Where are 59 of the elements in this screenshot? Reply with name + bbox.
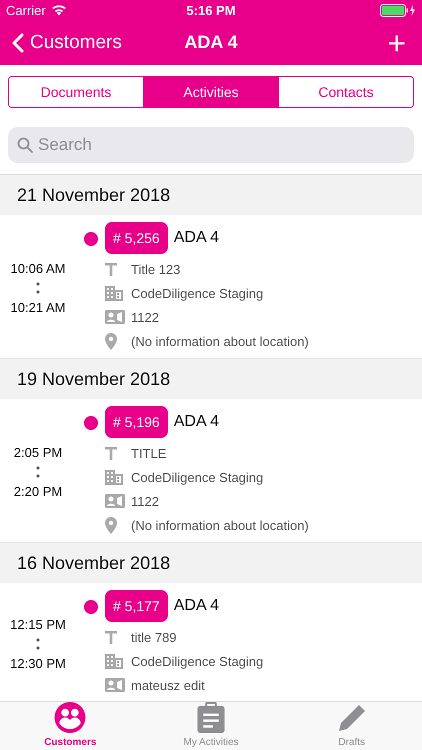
detail-text: 1122 [131, 310, 159, 324]
wifi-icon [50, 4, 67, 16]
contact-card-icon [105, 678, 125, 692]
page-title: ADA 4 [184, 32, 238, 53]
text-icon [105, 446, 117, 460]
status-dot [84, 232, 98, 246]
activity-name: ADA 4 [174, 229, 220, 247]
segment-tab[interactable]: Activities [143, 77, 278, 107]
detail-text: 1122 [131, 494, 159, 508]
start-time: 10:06 AM [10, 260, 66, 276]
detail-text: mateusz edit [131, 678, 205, 692]
contact-card-icon [105, 494, 125, 508]
number-badge: # 5,177 [105, 590, 168, 622]
clock-time: 5:16 PM [186, 2, 236, 18]
carrier-label: Carrier [6, 2, 46, 18]
location-pin-icon [105, 332, 117, 350]
pencil-icon [336, 703, 367, 733]
detail-text: CodeDiligence Staging [131, 286, 264, 300]
start-time: 12:15 PM [10, 616, 66, 632]
add-button[interactable]: + [383, 26, 410, 58]
text-icon [105, 630, 117, 644]
building-icon [105, 470, 123, 484]
colon-icon [36, 638, 40, 650]
colon-icon [36, 282, 40, 294]
detail-text: title 789 [131, 630, 177, 644]
tab-bar-item[interactable]: My Activities [140, 702, 282, 750]
start-time: 2:05 PM [14, 444, 62, 460]
contact-card-icon [105, 310, 125, 324]
text-icon [105, 262, 117, 276]
detail-text: (No information about location) [131, 518, 309, 532]
detail-text: CodeDiligence Staging [131, 470, 264, 484]
colon-icon [36, 466, 40, 478]
activity-name: ADA 4 [174, 597, 220, 615]
section-header: 21 November 2018 [0, 175, 422, 215]
search-field[interactable]: Search [8, 127, 414, 163]
detail-text: (No information about location) [131, 334, 309, 348]
location-pin-icon [105, 516, 117, 534]
number-badge: # 5,256 [105, 222, 168, 254]
detail-text: TITLE [131, 446, 166, 460]
section-header: 19 November 2018 [0, 359, 422, 399]
battery-icon [380, 4, 416, 16]
segment-tab[interactable]: Contacts [278, 77, 413, 107]
chevron-left-icon [12, 32, 24, 52]
section-header: 16 November 2018 [0, 543, 422, 583]
end-time: 12:30 PM [10, 656, 66, 670]
activity-name: ADA 4 [174, 413, 220, 431]
detail-text: CodeDiligence Staging [131, 654, 264, 668]
building-icon [105, 286, 123, 300]
detail-text: Title 123 [131, 262, 180, 276]
building-icon [105, 654, 123, 668]
search-icon [17, 137, 33, 153]
end-time: 2:20 PM [14, 484, 62, 498]
status-dot [84, 416, 98, 430]
tab-bar-item[interactable]: Drafts [281, 702, 422, 750]
end-time: 10:21 AM [10, 300, 66, 314]
number-badge: # 5,196 [105, 406, 168, 438]
status-dot [84, 600, 98, 614]
tab-bar-item[interactable]: Customers [0, 702, 141, 750]
back-button[interactable]: Customers [12, 32, 122, 54]
